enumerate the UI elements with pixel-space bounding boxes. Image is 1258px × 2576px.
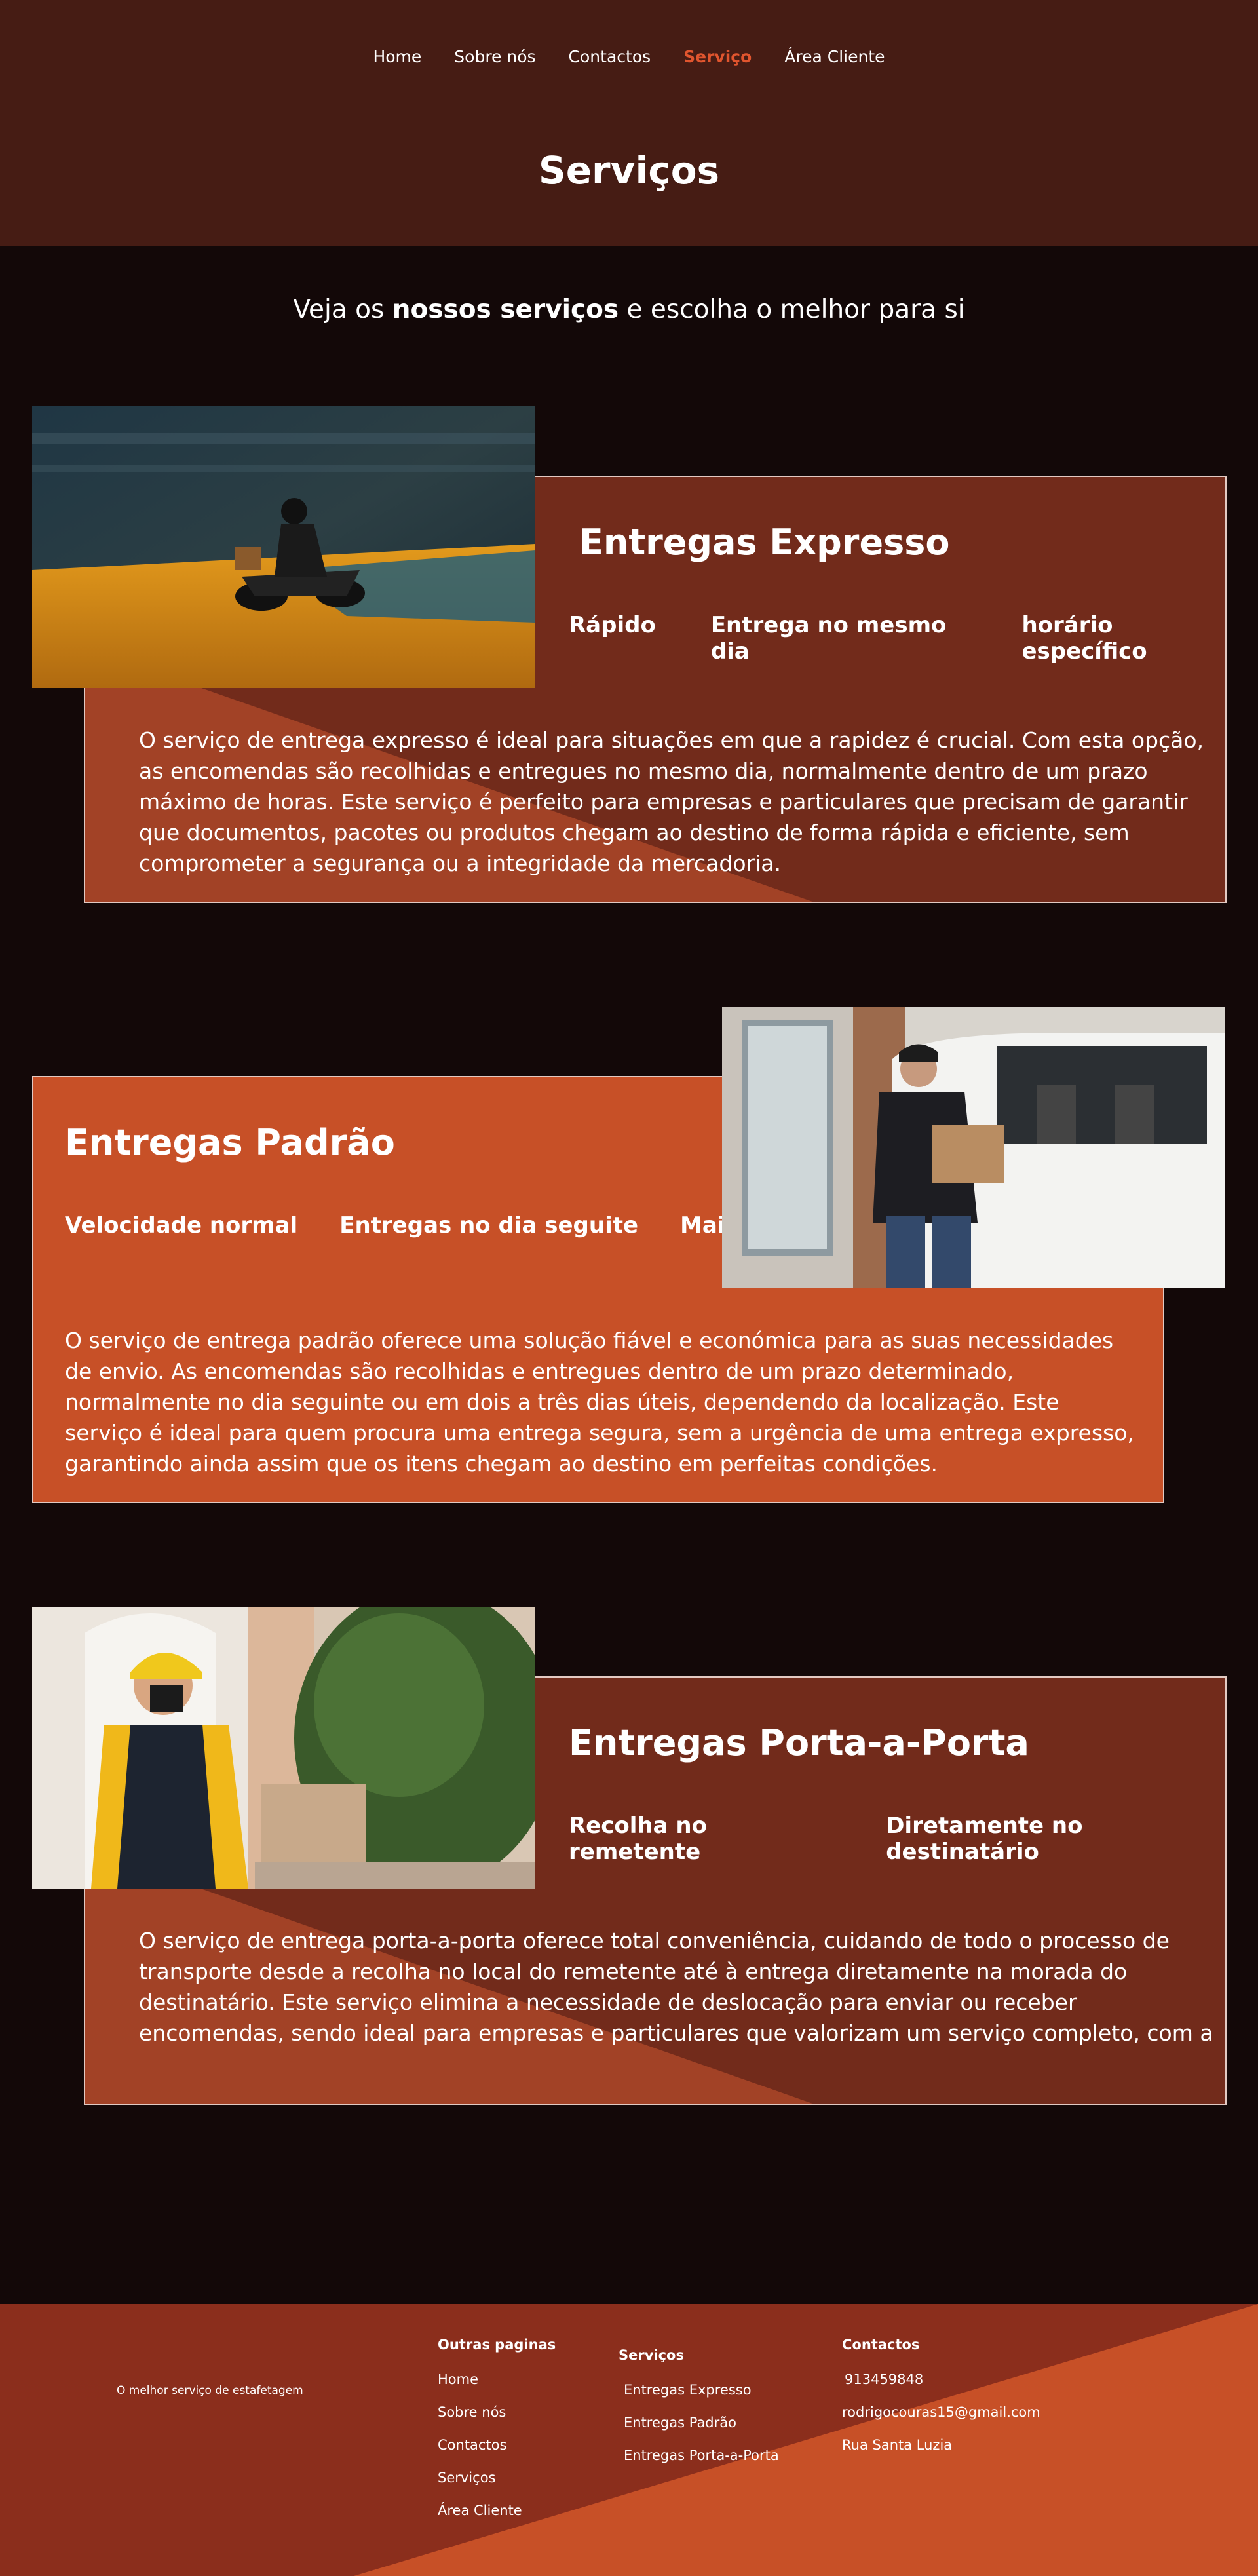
service-tag: horário específico	[1021, 612, 1147, 664]
courier-doorstep-image	[32, 1607, 535, 1889]
service-tags: Velocidade normal Entregas no dia seguit…	[65, 1212, 801, 1239]
intro-bold: nossos serviços	[392, 295, 619, 324]
nav-client-area[interactable]: Área Cliente	[784, 47, 885, 66]
service-tags: Rápido Entrega no mesmo dia horário espe…	[569, 612, 1225, 664]
main-nav: Home Sobre nós Contactos Serviço Área Cl…	[0, 47, 1258, 66]
service-title: Entregas Porta-a-Porta	[569, 1722, 1029, 1763]
footer-heading: Contactos	[842, 2337, 920, 2353]
service-tags: Recolha no remetente Diretamente no dest…	[569, 1813, 1225, 1865]
nav-about[interactable]: Sobre nós	[454, 47, 535, 66]
service-tag: Entrega no mesmo dia	[710, 612, 947, 664]
footer-phone: 913459848	[845, 2372, 924, 2387]
service-tag: Rápido	[569, 612, 656, 638]
footer-link-client-area[interactable]: Área Cliente	[438, 2502, 556, 2520]
footer-link-standard[interactable]: Entregas Padrão	[619, 2414, 779, 2432]
nav-contacts[interactable]: Contactos	[569, 47, 651, 66]
intro-suffix: e escolha o melhor para si	[619, 295, 965, 324]
courier-motorbike-image	[32, 406, 535, 688]
nav-service[interactable]: Serviço	[683, 47, 752, 66]
service-description: O serviço de entrega porta-a-porta ofere…	[139, 1928, 1213, 2046]
footer-services: Serviços Entregas Expresso Entregas Padr…	[619, 2347, 779, 2480]
footer-link-home[interactable]: Home	[438, 2371, 556, 2389]
courier-van-image	[722, 1007, 1225, 1288]
footer-link-door-to-door[interactable]: Entregas Porta-a-Porta	[619, 2447, 779, 2465]
intro-text: Veja os nossos serviços e escolha o melh…	[0, 295, 1258, 324]
footer-email: rodrigocouras15@gmail.com	[842, 2404, 1040, 2420]
service-title: Entregas Expresso	[579, 522, 950, 563]
page-footer: O melhor serviço de estafetagem Outras p…	[0, 2304, 1258, 2576]
footer-heading: Serviços	[619, 2347, 684, 2363]
footer-tagline: O melhor serviço de estafetagem	[117, 2384, 303, 2397]
nav-home[interactable]: Home	[373, 47, 421, 66]
page-title: Serviços	[538, 148, 720, 193]
footer-link-about[interactable]: Sobre nós	[438, 2404, 556, 2421]
service-tag: Diretamente no destinatário	[886, 1813, 1083, 1865]
page-header: Home Sobre nós Contactos Serviço Área Cl…	[0, 0, 1258, 246]
service-tag: Recolha no remetente	[569, 1813, 707, 1865]
footer-heading: Outras paginas	[438, 2337, 556, 2353]
service-description: O serviço de entrega padrão oferece uma …	[65, 1328, 1134, 1476]
footer-link-contacts[interactable]: Contactos	[438, 2436, 556, 2454]
footer-link-express[interactable]: Entregas Expresso	[619, 2381, 779, 2399]
intro-prefix: Veja os	[293, 295, 392, 324]
service-description: O serviço de entrega expresso é ideal pa…	[139, 727, 1204, 876]
service-tag: Velocidade normal	[65, 1212, 298, 1239]
service-tag: Entregas no dia seguite	[339, 1212, 639, 1239]
service-title: Entregas Padrão	[65, 1122, 395, 1163]
footer-other-pages: Outras paginas Home Sobre nós Contactos …	[438, 2337, 556, 2535]
footer-link-services[interactable]: Serviços	[438, 2469, 556, 2487]
footer-contacts: Contactos 913459848 rodrigocouras15@gmai…	[842, 2337, 1040, 2469]
footer-address: Rua Santa Luzia	[842, 2437, 953, 2453]
